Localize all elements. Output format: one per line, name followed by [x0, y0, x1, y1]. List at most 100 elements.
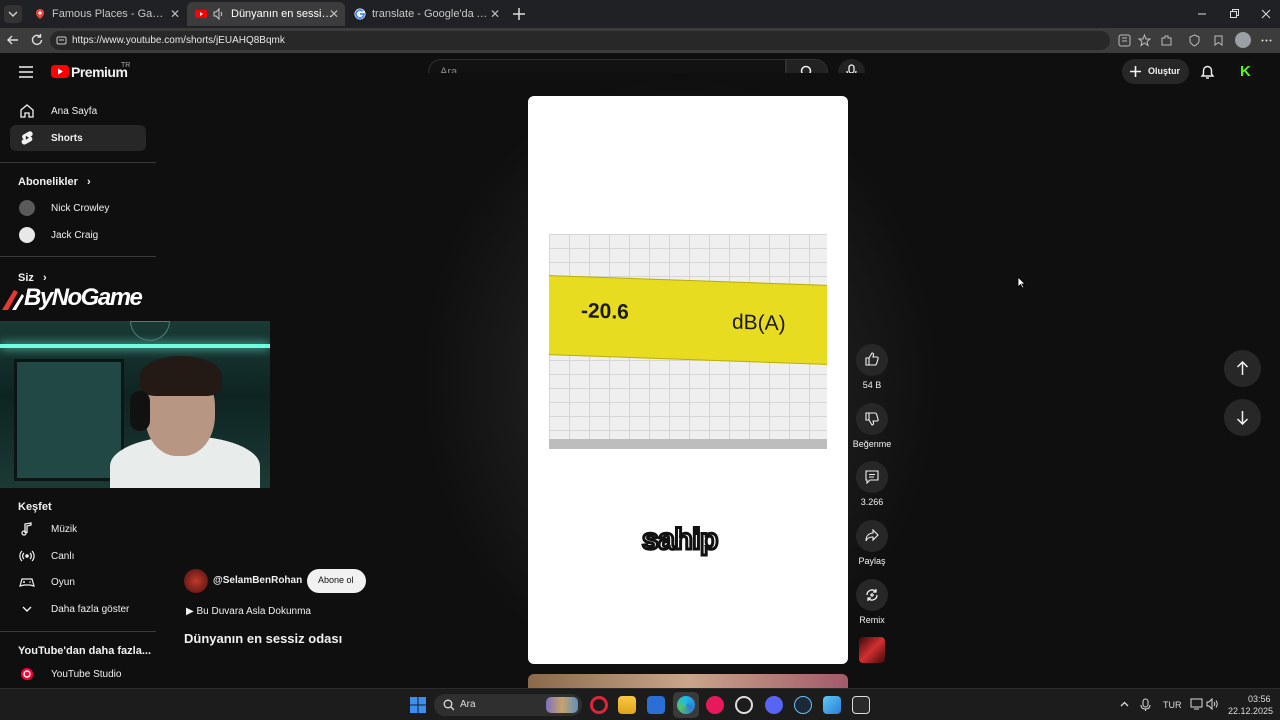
short-video-player[interactable]: -20.6 dB(A) sahip — [528, 96, 848, 664]
file-explorer-icon[interactable] — [618, 696, 636, 714]
channel-avatar[interactable] — [184, 569, 208, 593]
app-icon[interactable] — [1118, 34, 1131, 47]
favorite-star-icon[interactable] — [1138, 34, 1151, 47]
steam-icon[interactable] — [794, 696, 812, 714]
sidebar-item-youtube-studio[interactable]: YouTube Studio — [10, 661, 146, 687]
edge-browser-icon[interactable] — [677, 696, 695, 714]
profile-avatar[interactable] — [1235, 32, 1251, 48]
minimize-button[interactable] — [1194, 6, 1210, 22]
refresh-icon[interactable] — [30, 33, 44, 47]
close-tab-icon[interactable]: ✕ — [170, 7, 180, 21]
sidebar-item-gaming[interactable]: Oyun — [10, 569, 146, 595]
remix-label: Remix — [859, 615, 885, 625]
subscribe-label: Abone ol — [318, 575, 354, 585]
speaker-icon[interactable] — [213, 8, 225, 20]
taskbar-search-box[interactable]: Ara — [434, 694, 582, 716]
close-tab-icon[interactable]: ✕ — [329, 7, 339, 21]
close-tab-icon[interactable]: ✕ — [490, 7, 500, 21]
remote-app-icon[interactable] — [647, 696, 665, 714]
youtube-logo[interactable]: Premium TR — [51, 62, 141, 83]
new-tab-button[interactable] — [510, 5, 528, 23]
input-language[interactable]: TUR — [1163, 700, 1182, 710]
media-player-icon[interactable] — [706, 696, 724, 714]
person-hair — [140, 356, 222, 396]
bynogame-logo-icon — [2, 290, 24, 310]
account-avatar[interactable]: K — [1237, 62, 1255, 80]
headset — [130, 391, 150, 431]
app-icon[interactable] — [735, 696, 753, 714]
video-caption: sahip — [641, 522, 720, 558]
sidebar-item-show-more[interactable]: Daha fazla göster — [10, 596, 146, 622]
subscription-label: Nick Crowley — [51, 202, 110, 214]
chevron-down-icon — [8, 11, 18, 18]
taskbar-search-label: Ara — [460, 699, 476, 710]
subscription-nick-crowley[interactable]: Nick Crowley — [10, 195, 146, 221]
previous-short-button[interactable] — [1224, 350, 1261, 387]
subscriptions-header[interactable]: Abonelikler › — [18, 176, 91, 188]
ceiling-detail — [130, 321, 170, 341]
chevron-right-icon: › — [86, 176, 91, 188]
create-button[interactable]: Oluştur — [1122, 59, 1189, 84]
photos-icon[interactable] — [823, 696, 841, 714]
music-link[interactable]: ▶ Bu Duvara Asla Dokunma — [186, 606, 311, 617]
menu-icon[interactable] — [18, 65, 34, 79]
remix-button[interactable] — [856, 579, 888, 611]
epic-games-icon[interactable] — [852, 696, 870, 714]
share-label: Paylaş — [858, 556, 886, 566]
microphone-icon[interactable] — [1140, 698, 1151, 712]
channel-handle[interactable]: @SelamBenRohan — [213, 575, 302, 586]
chevron-up-icon[interactable] — [1119, 699, 1130, 710]
sidebar-item-label: Müzik — [51, 523, 78, 535]
comments-button[interactable] — [856, 461, 888, 493]
next-short-preview[interactable] — [528, 674, 848, 688]
comment-icon — [865, 470, 879, 484]
subscribe-button[interactable]: Abone ol — [307, 569, 366, 593]
opera-gx-icon[interactable] — [590, 696, 608, 714]
notifications-bell-icon[interactable] — [1200, 64, 1215, 80]
tab-list-button[interactable] — [4, 5, 22, 23]
collections-icon[interactable] — [1212, 34, 1225, 47]
tab-youtube[interactable]: Dünyanın en sessiz odası - YouTube ✕ — [187, 2, 345, 26]
tab-title: Famous Places - Game - GeoGuessr — [52, 8, 170, 20]
plus-icon — [1130, 66, 1141, 77]
browser-essentials-icon[interactable] — [1188, 34, 1201, 47]
map-pin-icon — [36, 9, 44, 19]
close-window-button[interactable] — [1258, 6, 1274, 22]
create-label: Oluştur — [1148, 66, 1181, 76]
logo-text: Premium — [71, 64, 128, 80]
subscription-jack-craig[interactable]: Jack Craig — [10, 222, 146, 248]
subscription-label: Jack Craig — [51, 229, 99, 241]
sound-thumbnail[interactable] — [859, 637, 885, 663]
decibel-meter-panel: -20.6 dB(A) — [549, 234, 827, 449]
restore-button[interactable] — [1226, 6, 1242, 22]
tab-geoguessr[interactable]: Famous Places - Game - GeoGuessr ✕ — [26, 2, 186, 26]
volume-icon[interactable] — [1206, 698, 1219, 710]
windows-start-icon[interactable] — [410, 697, 426, 713]
sidebar-item-music[interactable]: Müzik — [10, 516, 146, 542]
discord-icon[interactable] — [765, 696, 783, 714]
music-icon — [21, 522, 32, 536]
windows-taskbar: Ara TUR 03:56 22.12.2025 — [0, 688, 1280, 720]
more-icon[interactable] — [1260, 34, 1273, 47]
thumbs-up-icon — [865, 352, 879, 366]
clock-time[interactable]: 03:56 — [1248, 694, 1271, 704]
clock-date[interactable]: 22.12.2025 — [1228, 706, 1273, 716]
address-bar[interactable]: https://www.youtube.com/shorts/jEUAHQ8Bq… — [50, 31, 1110, 50]
dislike-button[interactable] — [856, 403, 888, 435]
site-info-icon[interactable] — [56, 35, 67, 46]
sidebar-item-shorts[interactable]: Shorts — [10, 125, 146, 151]
extensions-icon[interactable] — [1160, 34, 1173, 47]
sidebar-item-label: Ana Sayfa — [51, 105, 98, 117]
share-icon — [865, 529, 879, 542]
network-icon[interactable] — [1190, 698, 1203, 710]
youtube-icon — [195, 10, 207, 18]
sidebar-item-home[interactable]: Ana Sayfa — [10, 98, 146, 124]
share-button[interactable] — [856, 520, 888, 552]
thumbs-down-icon — [865, 412, 879, 426]
sidebar-item-live[interactable]: Canlı — [10, 543, 146, 569]
next-short-button[interactable] — [1224, 399, 1261, 436]
back-arrow-icon[interactable] — [6, 33, 20, 47]
tab-google-search[interactable]: translate - Google'da Ara ✕ — [346, 2, 506, 26]
like-button[interactable] — [856, 344, 888, 376]
search-icon — [443, 699, 455, 711]
